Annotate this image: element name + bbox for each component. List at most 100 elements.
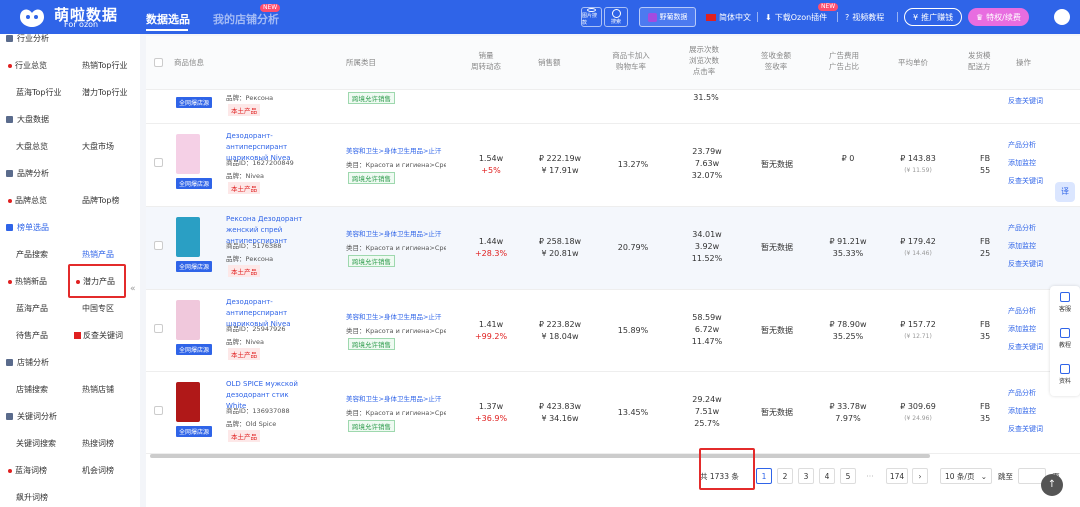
- col-sales[interactable]: 销量 周转动态: [466, 50, 506, 72]
- sidebar-item-blue-words[interactable]: 蓝海词榜: [8, 465, 47, 476]
- views: 3.92w: [694, 242, 720, 251]
- category-link[interactable]: 美容和卫生>身体卫生用品>止汗: [346, 229, 446, 240]
- sidebar-item-potential[interactable]: 潜力产品: [76, 276, 115, 287]
- collapse-icon[interactable]: «: [130, 284, 136, 294]
- sidebar-item-hot-new[interactable]: 热销新品: [8, 276, 47, 287]
- section-label: 品牌分析: [17, 169, 49, 178]
- col-ad[interactable]: 广告费用 广告占比: [822, 50, 866, 72]
- col-impressions[interactable]: 展示次数 浏览次数 点击率: [682, 44, 726, 77]
- customer-service-button[interactable]: 客服: [1050, 292, 1080, 313]
- sidebar-item-brand-top[interactable]: 品牌Top榜: [82, 195, 120, 206]
- sidebar-item-rising-words[interactable]: 飙升词榜: [16, 492, 48, 503]
- sidebar-item-pending[interactable]: 待售产品: [16, 330, 48, 341]
- add-monitor-link[interactable]: 添加监控: [1008, 154, 1036, 172]
- col-cart-rate[interactable]: 商品卡加入 购物车率: [606, 50, 656, 72]
- product-analysis-link[interactable]: 产品分析: [1008, 136, 1036, 154]
- page-3[interactable]: 3: [798, 468, 814, 484]
- row-checkbox[interactable]: [154, 406, 163, 415]
- image-search-button[interactable]: 图片搜款: [581, 7, 602, 27]
- page-size-select[interactable]: 10 条/页 ⌄: [940, 468, 992, 484]
- page-last[interactable]: 174: [886, 468, 908, 484]
- category-link[interactable]: 美容和卫生>身体卫生用品>止汗: [346, 394, 446, 405]
- download-plugin-link[interactable]: ⬇ 下载Ozon插件: [765, 12, 827, 23]
- nav-data-selection[interactable]: 数据选品: [146, 11, 190, 27]
- sidebar-item-china-zone[interactable]: 中国专区: [82, 303, 114, 314]
- section-ranking[interactable]: 榜单选品: [6, 222, 49, 233]
- add-monitor-link[interactable]: 添加监控: [1008, 237, 1036, 255]
- translate-tab[interactable]: 译: [1055, 182, 1075, 202]
- sidebar-item-market-overview[interactable]: 大盘总览: [16, 141, 48, 152]
- section-label: 关键词分析: [17, 412, 57, 421]
- sidebar-item-blue-industry[interactable]: 蓝海Top行业: [16, 87, 62, 98]
- views: 6.72w: [694, 325, 720, 334]
- product-thumbnail[interactable]: [176, 217, 200, 257]
- page-2[interactable]: 2: [777, 468, 793, 484]
- sidebar-item-reverse-keyword[interactable]: 反查关键词: [74, 330, 123, 341]
- next-page-button[interactable]: ›: [912, 468, 928, 484]
- col-price[interactable]: 平均单价: [898, 57, 928, 68]
- section-industry[interactable]: 行业分析: [6, 33, 49, 44]
- sidebar-item-industry-overview[interactable]: 行业总览: [8, 60, 47, 71]
- page-1[interactable]: 1: [756, 468, 772, 484]
- video-tutorial-link[interactable]: ? 视频教程: [845, 12, 884, 23]
- resources-button[interactable]: 资料: [1050, 364, 1080, 385]
- sidebar-item-potential-industry[interactable]: 潜力Top行业: [82, 87, 128, 98]
- reverse-keyword-link[interactable]: 反查关键词: [1008, 338, 1043, 356]
- sidebar-item-product-search[interactable]: 产品搜索: [16, 249, 48, 260]
- sidebar-item-opportunity-words[interactable]: 机会词榜: [82, 465, 114, 476]
- promo-button[interactable]: ¥ 推广赚钱: [904, 8, 963, 26]
- section-market[interactable]: 大盘数据: [6, 114, 49, 125]
- search-button[interactable]: 搜索: [604, 7, 628, 27]
- add-monitor-link[interactable]: 添加监控: [1008, 402, 1036, 420]
- amount-rub: ₽ 258.18w: [538, 237, 582, 246]
- col-sign[interactable]: 签收金额 签收率: [754, 50, 798, 72]
- grape-data-button[interactable]: 野葡数据: [639, 7, 696, 27]
- language-switch[interactable]: 简体中文: [706, 12, 751, 23]
- back-to-top-button[interactable]: ↑: [1041, 474, 1063, 496]
- cart-rate: 15.89%: [617, 326, 649, 335]
- nav-store-analysis[interactable]: 我的店铺分析: [213, 11, 279, 27]
- section-label: 行业分析: [17, 34, 49, 43]
- product-analysis-link[interactable]: 产品分析: [1008, 384, 1036, 402]
- vip-button[interactable]: ♛ 特权/续费: [968, 8, 1029, 26]
- sidebar-item-hot-search-words[interactable]: 热搜词榜: [82, 438, 114, 449]
- sidebar-item-hot-industry[interactable]: 热销Top行业: [82, 60, 128, 71]
- col-amount[interactable]: 销售额: [538, 57, 561, 68]
- row-checkbox[interactable]: [154, 158, 163, 167]
- product-thumbnail[interactable]: [176, 382, 200, 422]
- product-analysis-link[interactable]: 产品分析: [1008, 302, 1036, 320]
- sidebar-item-store-search[interactable]: 店铺搜索: [16, 384, 48, 395]
- reverse-keyword-link[interactable]: 反查关键词: [1008, 255, 1043, 273]
- horizontal-scrollbar[interactable]: [150, 454, 930, 458]
- sidebar-item-brand-overview[interactable]: 品牌总览: [8, 195, 47, 206]
- sidebar-item-market[interactable]: 大盘市场: [82, 141, 114, 152]
- page-ellipsis[interactable]: ···: [862, 468, 878, 484]
- avg-price-cny: (¥ 11.59): [904, 167, 932, 174]
- product-analysis-link[interactable]: 产品分析: [1008, 219, 1036, 237]
- tutorial-button[interactable]: 教程: [1050, 328, 1080, 349]
- sidebar-item-hot-products[interactable]: 热销产品: [82, 249, 114, 260]
- reverse-keyword-link[interactable]: 反查关键词: [1008, 92, 1043, 110]
- avg-price: ₽ 157.72: [900, 320, 936, 329]
- category-link[interactable]: 美容和卫生>身体卫生用品>止汗: [346, 146, 446, 157]
- category-link[interactable]: 美容和卫生>身体卫生用品>止汗: [346, 312, 446, 323]
- avatar[interactable]: [1054, 9, 1070, 25]
- select-all-checkbox[interactable]: [154, 58, 163, 67]
- product-thumbnail[interactable]: [176, 134, 200, 174]
- reverse-keyword-link[interactable]: 反查关键词: [1008, 172, 1043, 190]
- amount-rub: ₽ 223.82w: [538, 320, 582, 329]
- reverse-keyword-link[interactable]: 反查关键词: [1008, 420, 1043, 438]
- right-toolbar: 客服 教程 资料: [1050, 286, 1080, 396]
- add-monitor-link[interactable]: 添加监控: [1008, 320, 1036, 338]
- section-brand[interactable]: 品牌分析: [6, 168, 49, 179]
- row-checkbox[interactable]: [154, 241, 163, 250]
- row-checkbox[interactable]: [154, 324, 163, 333]
- product-thumbnail[interactable]: [176, 300, 200, 340]
- sidebar-item-blue-products[interactable]: 蓝海产品: [16, 303, 48, 314]
- page-5[interactable]: 5: [840, 468, 856, 484]
- section-store[interactable]: 店铺分析: [6, 357, 49, 368]
- sidebar-item-hot-store[interactable]: 热销店铺: [82, 384, 114, 395]
- sidebar-item-keyword-search[interactable]: 关键词搜索: [16, 438, 56, 449]
- page-4[interactable]: 4: [819, 468, 835, 484]
- section-keyword[interactable]: 关键词分析: [6, 411, 57, 422]
